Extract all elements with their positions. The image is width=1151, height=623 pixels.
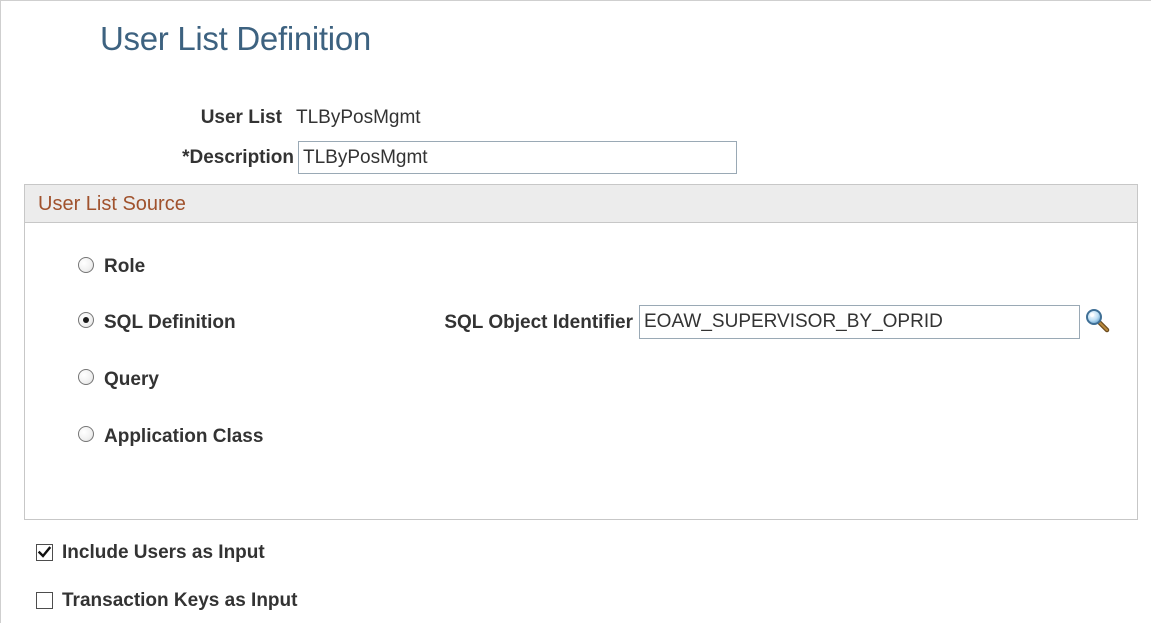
query-radio[interactable] [78,369,94,385]
frame-left-border [0,0,1,623]
transaction-keys-checkbox[interactable] [36,592,53,609]
include-users-checkbox[interactable] [36,544,53,561]
page-title: User List Definition [100,20,371,57]
frame-top-border [0,0,1151,1]
query-radio-label[interactable]: Query [104,369,159,391]
transaction-keys-label[interactable]: Transaction Keys as Input [62,590,297,612]
role-radio-label[interactable]: Role [104,256,145,278]
user-list-value: TLByPosMgmt [296,107,421,128]
section-title: User List Source [38,193,186,215]
user-list-label: User List [200,107,282,128]
checkmark-icon [37,546,52,558]
magnifier-icon[interactable] [1084,307,1112,335]
section-header: User List Source [25,185,1137,223]
description-label: *Description [182,147,294,168]
include-users-label[interactable]: Include Users as Input [62,542,265,564]
application-class-radio[interactable] [78,426,94,442]
description-input[interactable] [298,141,737,174]
user-list-source-section: User List Source [24,184,1138,520]
application-class-radio-label[interactable]: Application Class [104,426,263,448]
sql-object-identifier-label: SQL Object Identifier [444,312,633,333]
sql-definition-radio-label[interactable]: SQL Definition [104,312,236,334]
role-radio[interactable] [78,257,94,273]
sql-definition-radio[interactable] [78,312,94,328]
sql-object-identifier-input[interactable] [639,305,1080,339]
